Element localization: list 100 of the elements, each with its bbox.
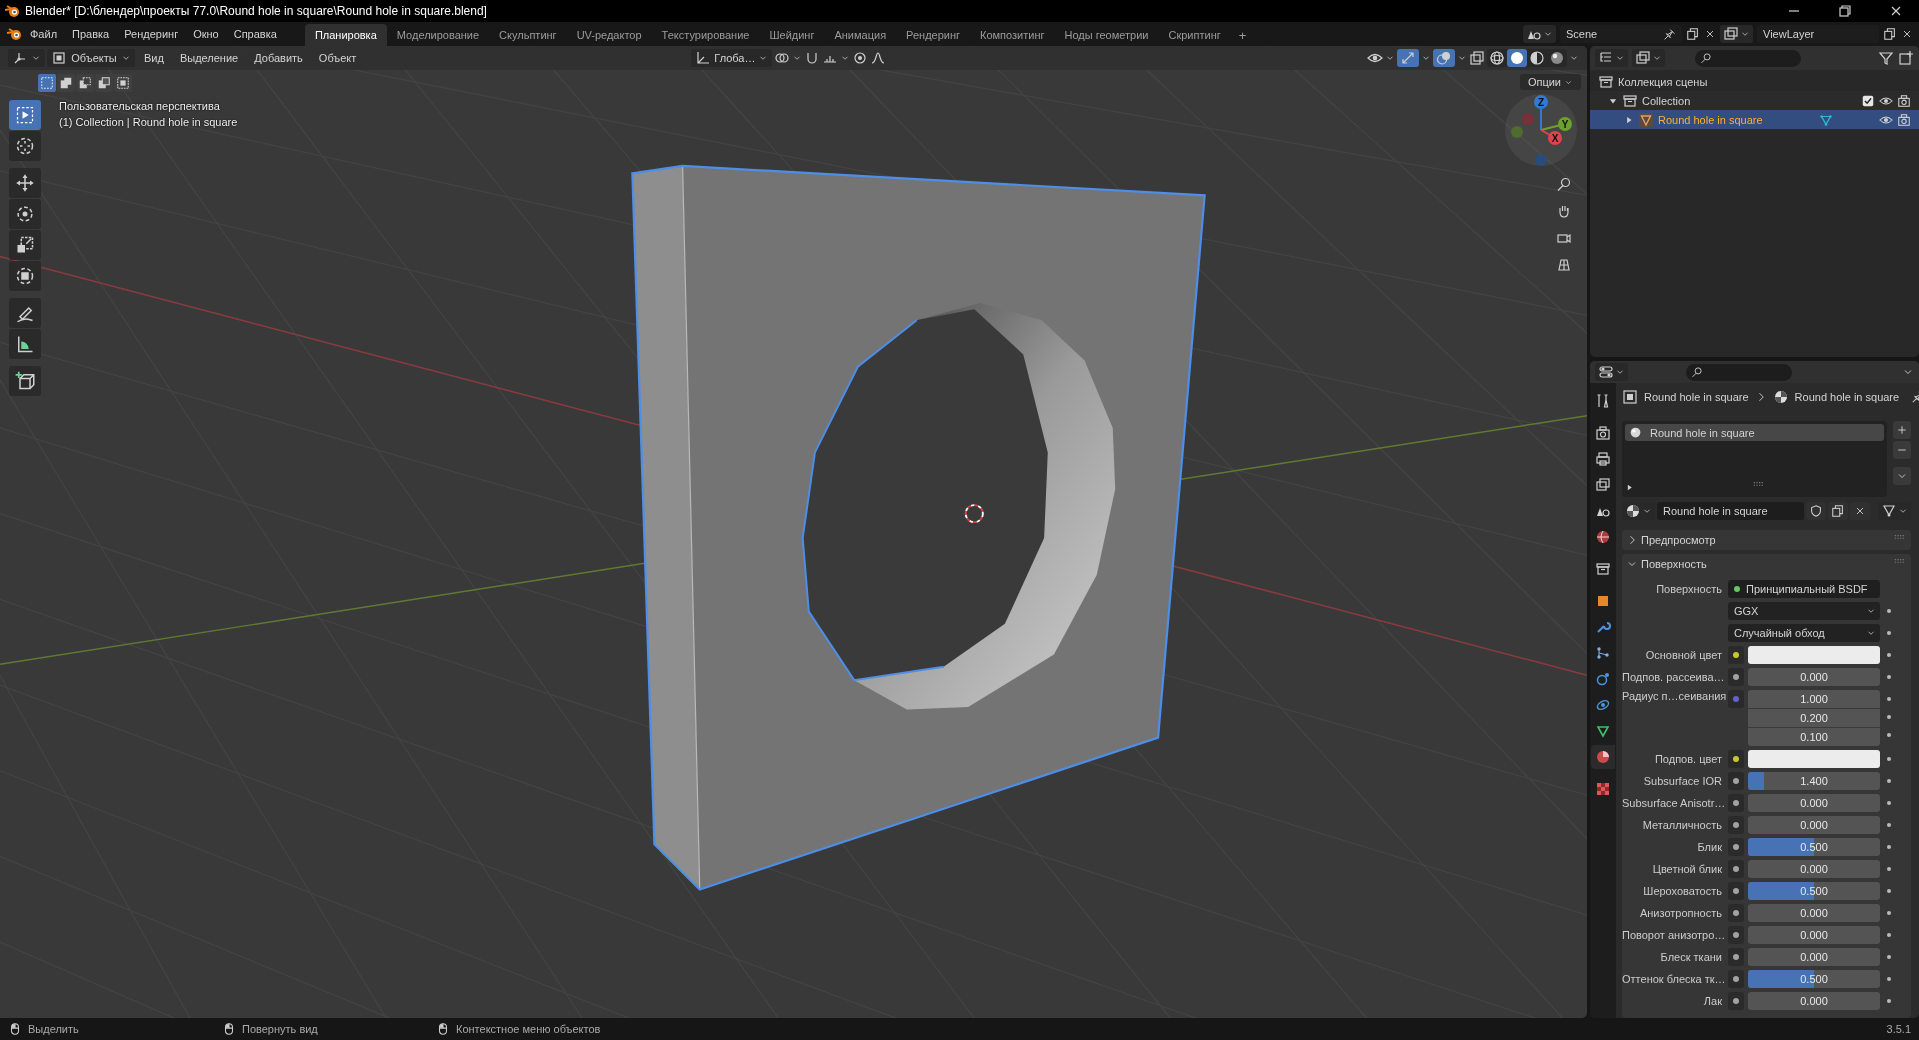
unlink-button[interactable] [1850, 502, 1870, 520]
shading-button[interactable] [1507, 49, 1527, 67]
socket-button[interactable] [1728, 668, 1744, 686]
menu-item[interactable]: Вид [137, 49, 171, 67]
editor-type-button[interactable] [1595, 49, 1628, 67]
socket-button[interactable] [1728, 860, 1744, 878]
search-field[interactable] [1695, 49, 1801, 67]
new-collection-icon[interactable] [1898, 50, 1914, 66]
camera-icon[interactable] [1897, 112, 1911, 127]
dropdown[interactable]: Случайный обход [1728, 624, 1880, 642]
shading-button[interactable] [1487, 49, 1507, 67]
keyframe-dot[interactable] [1887, 697, 1891, 701]
keyframe-dot[interactable] [1887, 757, 1891, 761]
menu-item[interactable]: Окно [186, 25, 226, 43]
menu-item[interactable]: Правка [65, 25, 117, 43]
keyframe-dot[interactable] [1887, 609, 1891, 613]
select-mode-button[interactable] [76, 74, 94, 92]
keyframe-dot[interactable] [1887, 715, 1891, 719]
duplicate-button[interactable] [1828, 502, 1848, 520]
keyframe-dot[interactable] [1887, 653, 1891, 657]
outliner-row[interactable]: Round hole in square [1590, 110, 1919, 129]
select-mode-button[interactable] [38, 74, 56, 92]
xray-icon[interactable] [1469, 50, 1485, 66]
number-field[interactable]: 0.000 [1748, 794, 1880, 812]
workspace-tab[interactable]: Композитинг [970, 24, 1055, 46]
tool-button[interactable] [9, 261, 41, 291]
menu-item[interactable]: Выделение [172, 49, 246, 67]
socket-button[interactable] [1728, 948, 1744, 966]
keyframe-dot[interactable] [1887, 999, 1891, 1003]
workspace-tab[interactable]: Моделирование [386, 24, 490, 46]
number-field[interactable]: 0.500 [1748, 838, 1880, 856]
options-button[interactable]: Опции [1519, 74, 1581, 90]
orientation-dropdown[interactable]: Глоба… [691, 49, 773, 67]
view-layer-browse-button[interactable] [1720, 25, 1753, 43]
shading-button[interactable] [1527, 49, 1547, 67]
tool-button[interactable] [9, 230, 41, 260]
workspace-tab[interactable]: Рендеринг [896, 24, 971, 46]
add-slot-button[interactable] [1893, 421, 1911, 439]
socket-button[interactable] [1728, 816, 1744, 834]
workspace-tab[interactable]: UV-редактор [566, 24, 652, 46]
falloff-curve-icon[interactable] [870, 50, 887, 66]
socket-button[interactable] [1728, 838, 1744, 856]
number-field[interactable]: 1.000 [1748, 690, 1880, 709]
triangle-icon[interactable] [1625, 482, 1634, 492]
scene-name-field[interactable]: Scene [1560, 25, 1682, 43]
socket-button[interactable] [1728, 794, 1744, 812]
proportional-edit-icon[interactable] [852, 50, 869, 66]
number-field[interactable]: 0.000 [1748, 860, 1880, 878]
number-field[interactable]: 0.000 [1748, 948, 1880, 966]
socket-button[interactable] [1728, 970, 1744, 988]
menu-item[interactable]: Справка [226, 25, 284, 43]
menu-item[interactable]: Добавить [247, 49, 310, 67]
keyframe-dot[interactable] [1887, 911, 1891, 915]
panel-header[interactable]: Поверхность [1622, 554, 1911, 574]
blender-logo-icon[interactable] [6, 26, 22, 42]
editor-type-button[interactable] [1595, 363, 1628, 381]
workspace-tab[interactable]: Ноды геометрии [1054, 24, 1159, 46]
material-name-field[interactable]: Round hole in square [1657, 502, 1804, 520]
outliner-row[interactable]: Коллекция сцены [1590, 72, 1919, 91]
mode-dropdown[interactable]: Объекты [47, 49, 135, 67]
workspace-tab[interactable]: Текстурирование [651, 24, 760, 46]
display-mode-button[interactable] [1632, 49, 1665, 67]
tool-button[interactable] [9, 366, 41, 396]
pivot-icon[interactable] [774, 50, 791, 66]
scene-browse-button[interactable] [1523, 25, 1556, 43]
select-mode-button[interactable] [95, 74, 113, 92]
view-layer-name-field[interactable]: ViewLayer [1757, 25, 1879, 43]
keyframe-dot[interactable] [1887, 675, 1891, 679]
workspace-tab[interactable]: Шейдинг [759, 24, 825, 46]
workspace-tab[interactable]: Скриптинг [1158, 24, 1231, 46]
camera-icon[interactable] [1897, 93, 1911, 108]
material-slot[interactable]: Round hole in square [1625, 424, 1884, 441]
menu-item[interactable]: Файл [23, 25, 65, 43]
gizmo-toggle[interactable] [1397, 49, 1419, 67]
keyframe-dot[interactable] [1887, 823, 1891, 827]
number-field[interactable]: 0.000 [1748, 904, 1880, 922]
keyframe-dot[interactable] [1887, 733, 1891, 737]
remove-slot-button[interactable] [1893, 441, 1911, 459]
select-mode-button[interactable] [114, 74, 132, 92]
add-workspace-button[interactable]: + [1230, 24, 1255, 46]
number-field[interactable]: 0.200 [1748, 709, 1880, 728]
keyframe-dot[interactable] [1887, 801, 1891, 805]
keyframe-dot[interactable] [1887, 977, 1891, 981]
socket-button[interactable] [1728, 882, 1744, 900]
keyframe-dot[interactable] [1887, 933, 1891, 937]
color-swatch[interactable] [1748, 750, 1880, 768]
tool-button[interactable] [9, 199, 41, 229]
socket-button[interactable] [1728, 772, 1744, 790]
workspace-tab[interactable]: Планировка [304, 24, 387, 46]
number-field[interactable]: 0.000 [1748, 926, 1880, 944]
keyframe-dot[interactable] [1887, 867, 1891, 871]
socket-button[interactable] [1728, 750, 1744, 768]
number-field[interactable]: 0.000 [1748, 668, 1880, 686]
collapsed-triangle-icon[interactable] [1624, 114, 1634, 125]
keyframe-dot[interactable] [1887, 889, 1891, 893]
properties-tab[interactable] [1591, 745, 1615, 769]
copy-icon[interactable] [1686, 27, 1700, 41]
overlay-toggle[interactable] [1433, 49, 1455, 67]
tool-button[interactable] [9, 131, 41, 161]
checkbox[interactable] [1861, 93, 1875, 108]
